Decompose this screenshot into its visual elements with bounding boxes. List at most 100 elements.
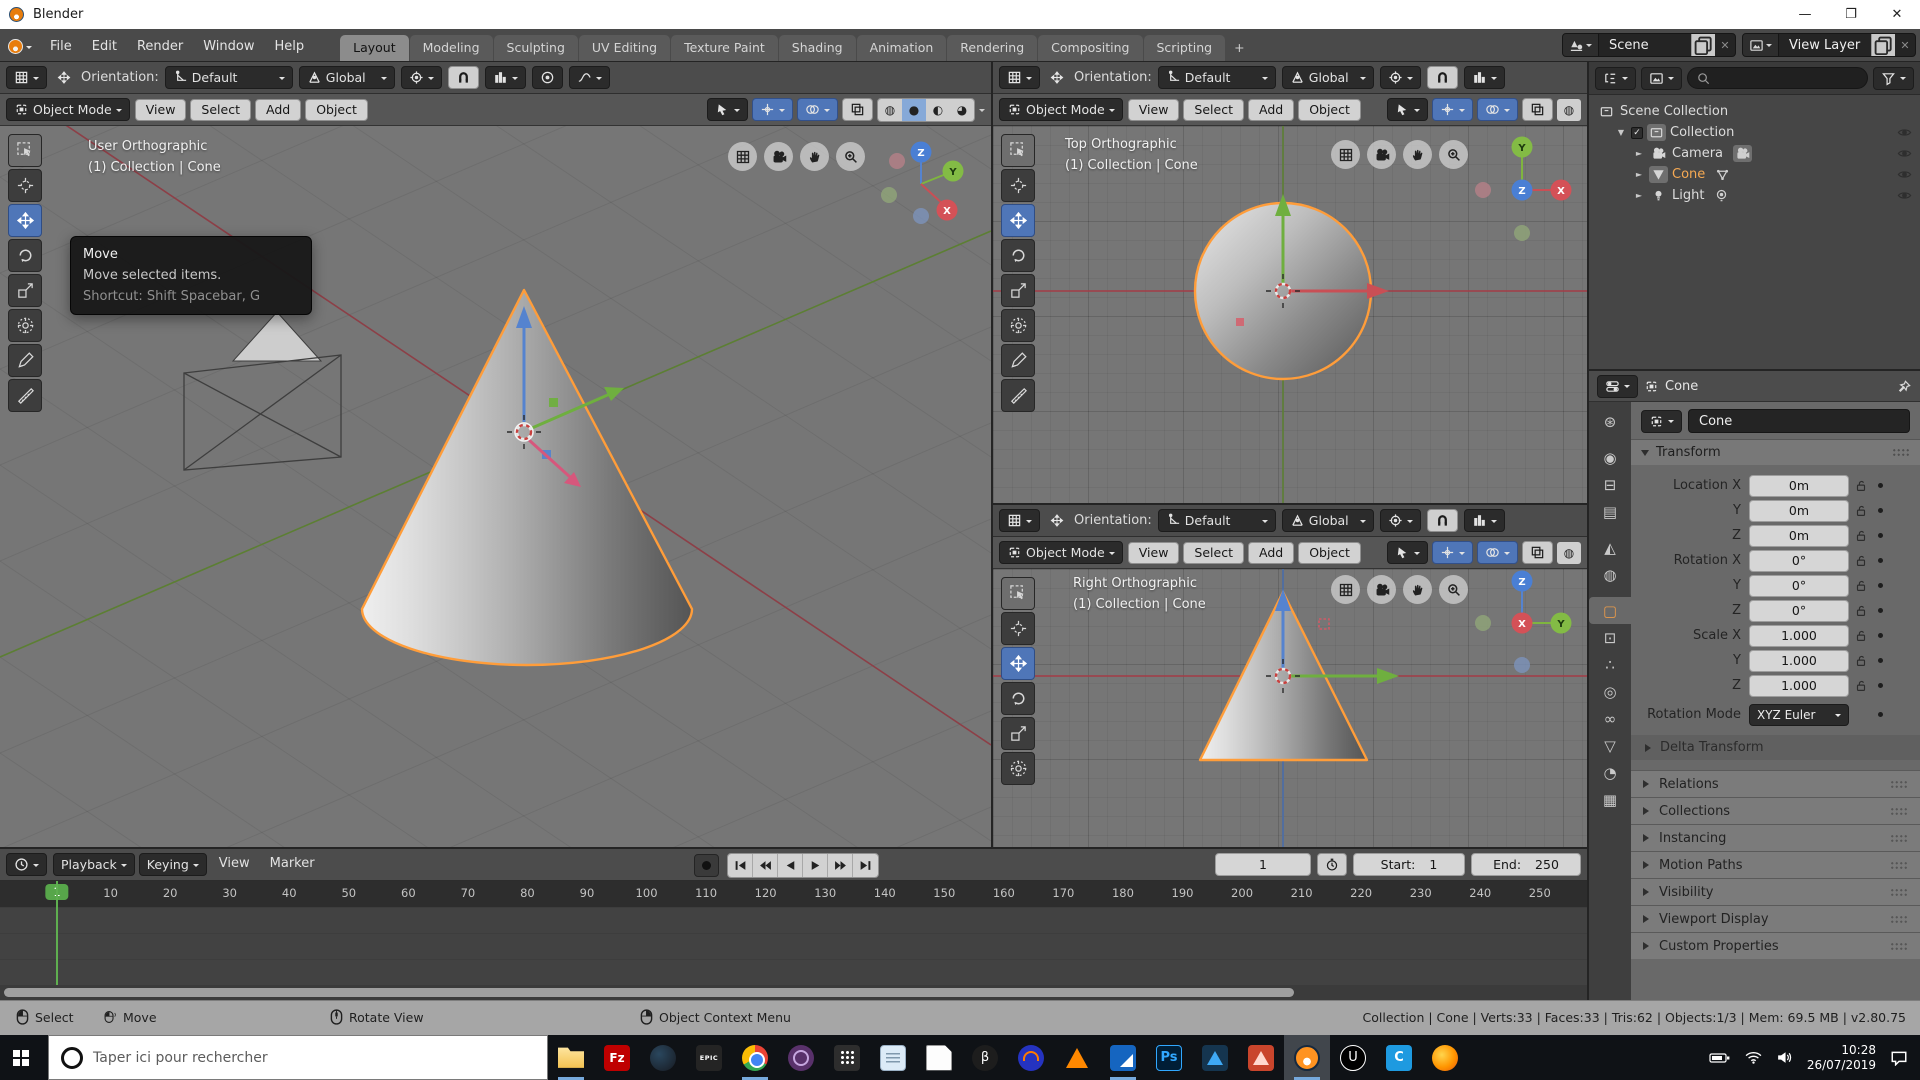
snap-element-dropdown[interactable]	[485, 66, 526, 89]
ruler-frame-60[interactable]: 60	[401, 886, 416, 900]
ruler-frame-10[interactable]: 10	[103, 886, 118, 900]
ruler-frame-40[interactable]: 40	[282, 886, 297, 900]
delta-transform-panel[interactable]: Delta Transform	[1631, 735, 1920, 760]
timeline-scrollbar-handle[interactable]	[4, 988, 1294, 997]
transform-value-field[interactable]: 0m	[1749, 500, 1849, 522]
visibility-dropdown[interactable]	[1387, 541, 1428, 564]
taskbar-app-affinity-designer[interactable]	[1192, 1035, 1238, 1080]
properties-tab-scene[interactable]: ◭	[1589, 534, 1631, 561]
taskbar-app-tor-browser[interactable]	[778, 1035, 824, 1080]
outliner-search-input[interactable]	[1687, 67, 1868, 89]
properties-tab-render[interactable]: ◉	[1589, 444, 1631, 471]
pin-icon[interactable]	[1897, 379, 1912, 394]
ruler-frame-30[interactable]: 30	[222, 886, 237, 900]
viewport-grid-button[interactable]	[1331, 575, 1360, 604]
volume-icon[interactable]	[1776, 1051, 1793, 1064]
orientation-dropdown[interactable]: Default	[165, 66, 293, 89]
ruler-frame-170[interactable]: 170	[1052, 886, 1074, 900]
tool-scale-button[interactable]	[8, 274, 42, 307]
add-workspace-button[interactable]: +	[1226, 35, 1252, 61]
tab-uv-editing[interactable]: UV Editing	[579, 35, 670, 61]
editor-type-button[interactable]	[6, 66, 47, 89]
viewport-zoom-button[interactable]	[1439, 140, 1468, 169]
timeline-menu-playback[interactable]: Playback	[53, 853, 135, 876]
tool-scale-button[interactable]	[1001, 274, 1035, 307]
ruler-frame-140[interactable]: 140	[874, 886, 896, 900]
properties-tab-view-layer[interactable]: ▤	[1589, 498, 1631, 525]
properties-tab-particles[interactable]: ∴	[1589, 651, 1631, 678]
animate-dot[interactable]	[1873, 712, 1887, 717]
viewport-grid-button[interactable]	[728, 142, 757, 171]
snap-target-dropdown[interactable]	[1380, 66, 1421, 89]
orientation-dropdown[interactable]: Default	[1158, 509, 1276, 532]
panel-collections[interactable]: Collections	[1631, 797, 1920, 824]
jump-last-button[interactable]	[853, 854, 878, 877]
visibility-dropdown[interactable]	[707, 98, 748, 121]
blender-menu-button[interactable]	[8, 39, 32, 54]
jump-first-button[interactable]	[728, 854, 753, 877]
ruler-frame-210[interactable]: 210	[1291, 886, 1313, 900]
tool-annotate-button[interactable]	[8, 344, 42, 377]
properties-tab-material[interactable]: ◔	[1589, 759, 1631, 786]
clock[interactable]: 10:28 26/07/2019	[1807, 1043, 1876, 1073]
tool-move-button[interactable]	[1001, 647, 1035, 680]
editor-type-button[interactable]	[6, 853, 47, 876]
ruler-frame-150[interactable]: 150	[933, 886, 955, 900]
viewport-menu-select[interactable]: Select	[190, 99, 251, 121]
current-frame-field[interactable]: 1	[1215, 853, 1311, 876]
properties-tab-physics[interactable]: ◎	[1589, 678, 1631, 705]
snap-target-dropdown[interactable]	[401, 66, 442, 89]
navigation-gizmo[interactable]: Z Y X	[881, 142, 964, 225]
transform-value-field[interactable]: 0°	[1749, 575, 1849, 597]
shading-rendered-button[interactable]: ◕	[950, 99, 974, 121]
lock-open-icon[interactable]	[1849, 479, 1873, 493]
lock-open-icon[interactable]	[1849, 679, 1873, 693]
mode-dropdown[interactable]: Object Mode	[6, 98, 130, 121]
lock-open-icon[interactable]	[1849, 529, 1873, 543]
shading-wireframe-button[interactable]: ◍	[878, 99, 902, 121]
taskbar-app-audacity[interactable]	[1008, 1035, 1054, 1080]
transform-value-field[interactable]: 1.000	[1749, 625, 1849, 647]
panel-instancing[interactable]: Instancing	[1631, 824, 1920, 851]
animate-dot[interactable]	[1873, 683, 1887, 688]
taskbar-app-firefox[interactable]	[1422, 1035, 1468, 1080]
tool-rotate-button[interactable]	[1001, 239, 1035, 272]
tool-move-button[interactable]	[1001, 204, 1035, 237]
ruler-frame-160[interactable]: 160	[993, 886, 1015, 900]
gizmos-toggle[interactable]	[752, 98, 793, 121]
viewport-zoom-button[interactable]	[836, 142, 865, 171]
eye-icon[interactable]	[1897, 146, 1912, 161]
new-view-layer-button[interactable]	[1871, 34, 1895, 56]
expander-icon[interactable]: ►	[1633, 149, 1645, 158]
properties-tab-object[interactable]: ▢	[1589, 597, 1631, 624]
ruler-frame-80[interactable]: 80	[520, 886, 535, 900]
outliner-row-camera[interactable]: ►Camera	[1589, 143, 1920, 164]
viewport-menu-select[interactable]: Select	[1183, 542, 1244, 564]
animate-dot[interactable]	[1873, 583, 1887, 588]
taskbar-app-epic-games[interactable]: EPIC	[686, 1035, 732, 1080]
light-object-indicator[interactable]	[1236, 318, 1244, 326]
taskbar-app-calculator[interactable]	[824, 1035, 870, 1080]
camera-object[interactable]	[184, 312, 341, 470]
snap-element-dropdown[interactable]	[1464, 66, 1505, 89]
outliner-row-cone[interactable]: ►Cone	[1589, 164, 1920, 185]
ruler-frame-240[interactable]: 240	[1469, 886, 1491, 900]
cone-object[interactable]	[362, 290, 692, 665]
editor-type-button[interactable]	[1595, 67, 1636, 90]
taskbar-app-photoshop[interactable]: Ps	[1146, 1035, 1192, 1080]
properties-tab-constraints[interactable]: ∞	[1589, 705, 1631, 732]
eye-icon[interactable]	[1897, 167, 1912, 182]
tool-transform-button[interactable]	[8, 309, 42, 342]
viewport-menu-object[interactable]: Object	[1298, 99, 1361, 121]
panel-grip[interactable]	[1890, 807, 1908, 816]
tool-cursor-button[interactable]	[8, 169, 42, 202]
new-scene-button[interactable]	[1691, 34, 1715, 56]
tab-texture-paint[interactable]: Texture Paint	[671, 35, 778, 61]
shading-material-button[interactable]: ◐	[926, 99, 950, 121]
unlink-scene-button[interactable]: ✕	[1715, 34, 1735, 56]
pivot-dropdown[interactable]: Global	[1282, 66, 1374, 89]
menu-window[interactable]: Window	[193, 36, 264, 57]
transform-value-field[interactable]: 1.000	[1749, 650, 1849, 672]
object-name-field[interactable]: Cone	[1688, 409, 1910, 433]
panel-visibility[interactable]: Visibility	[1631, 878, 1920, 905]
